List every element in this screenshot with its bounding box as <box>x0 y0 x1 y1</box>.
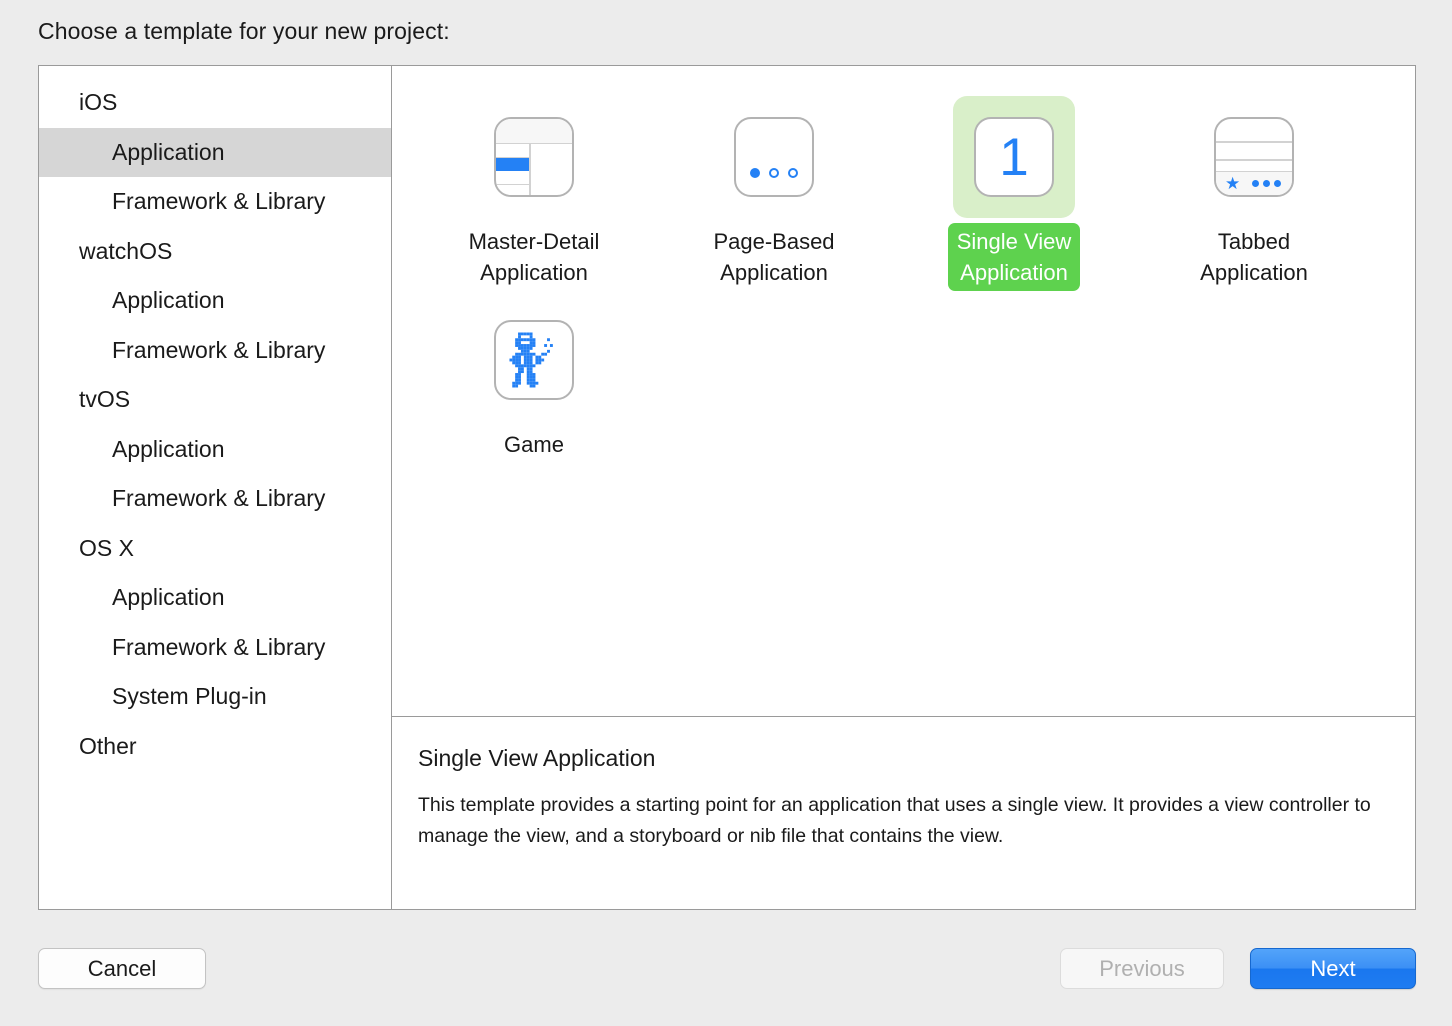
sidebar-item-label: Framework & Library <box>112 485 326 512</box>
template-description-panel: Single View Application This template pr… <box>392 717 1415 909</box>
sidebar-item-other[interactable]: Other <box>39 722 391 772</box>
tabbed-tab-bar: ★ <box>1216 171 1292 195</box>
game-robot-icon <box>494 320 574 400</box>
template-icon-container: 1 <box>953 96 1075 218</box>
sidebar-item-label: Application <box>112 435 225 462</box>
master-detail-divider <box>529 144 531 195</box>
template-icon-container <box>713 96 835 218</box>
single-view-number: 1 <box>999 127 1029 187</box>
sidebar-item-application[interactable]: Application <box>39 127 391 177</box>
sidebar-item-label: System Plug-in <box>112 683 267 710</box>
sidebar-item-tvos[interactable]: tvOS <box>39 375 391 425</box>
master-detail-row <box>496 171 529 185</box>
page-based-icon <box>734 117 814 197</box>
sidebar-item-os-x[interactable]: OS X <box>39 524 391 574</box>
template-item-label: Game <box>504 432 564 457</box>
sidebar-item-label: iOS <box>79 89 118 116</box>
template-item-single-view-application[interactable]: 1 Single View Application <box>894 88 1134 291</box>
template-grid-area: Master-Detail Application Page-Based Appl… <box>392 66 1415 717</box>
template-item-label: Tabbed Application <box>1200 229 1308 285</box>
page-dot <box>788 168 798 178</box>
sidebar-item-framework-library[interactable]: Framework & Library <box>39 623 391 673</box>
template-grid: Master-Detail Application Page-Based Appl… <box>392 88 1415 463</box>
page-title: Choose a template for your new project: <box>38 18 450 44</box>
sidebar-item-ios[interactable]: iOS <box>39 78 391 128</box>
template-item-label: Master-Detail Application <box>468 229 600 285</box>
template-item-master-detail-application[interactable]: Master-Detail Application <box>414 88 654 291</box>
more-dots-icon <box>1252 180 1282 187</box>
template-item-tabbed-application[interactable]: ★ Tabbed Application <box>1134 88 1374 291</box>
page-dot <box>769 168 779 178</box>
sidebar-item-system-plug-in[interactable]: System Plug-in <box>39 672 391 722</box>
new-project-template-dialog: Choose a template for your new project: … <box>0 0 1452 1026</box>
template-item-game[interactable]: Game <box>414 291 654 463</box>
sidebar-item-watchos[interactable]: watchOS <box>39 227 391 277</box>
tabbed-content-line <box>1216 159 1292 161</box>
cancel-button[interactable]: Cancel <box>38 948 206 989</box>
master-detail-header-bar <box>496 119 572 144</box>
next-button[interactable]: Next <box>1250 948 1416 989</box>
sidebar-item-label: Application <box>112 584 225 611</box>
single-view-icon: 1 <box>974 117 1054 197</box>
template-chooser-panel: iOS Application Framework & Library watchOS… <box>38 65 1416 910</box>
description-body: This template provides a starting point … <box>418 794 1371 847</box>
platform-sidebar[interactable]: iOS Application Framework & Library watchOS… <box>39 66 392 909</box>
sidebar-item-label: Framework & Library <box>112 336 326 363</box>
tabbed-content-line <box>1216 141 1292 143</box>
template-item-label: Single View Application <box>947 223 1081 291</box>
sidebar-item-label: Framework & Library <box>112 188 326 215</box>
sidebar-item-application[interactable]: Application <box>39 573 391 623</box>
master-detail-row-selected <box>496 157 529 171</box>
sidebar-item-label: OS X <box>79 534 134 561</box>
master-detail-icon <box>494 117 574 197</box>
description-title: Single View Application <box>418 745 656 771</box>
sidebar-item-framework-library[interactable]: Framework & Library <box>39 474 391 524</box>
sidebar-item-application[interactable]: Application <box>39 276 391 326</box>
sidebar-item-application[interactable]: Application <box>39 425 391 475</box>
template-item-label: Page-Based Application <box>713 229 835 285</box>
master-detail-row <box>496 185 529 196</box>
sidebar-item-label: watchOS <box>79 237 173 264</box>
previous-button[interactable]: Previous <box>1060 948 1224 989</box>
template-icon-container <box>473 299 595 421</box>
star-icon: ★ <box>1225 174 1241 193</box>
page-indicator-dots <box>736 168 812 178</box>
sidebar-item-label: Framework & Library <box>112 633 326 660</box>
template-icon-container: ★ <box>1193 96 1315 218</box>
template-icon-container <box>473 96 595 218</box>
page-dot-active <box>750 168 760 178</box>
sidebar-item-framework-library[interactable]: Framework & Library <box>39 177 391 227</box>
sidebar-item-label: Application <box>112 287 225 314</box>
master-detail-row <box>496 144 529 158</box>
template-content-area: Master-Detail Application Page-Based Appl… <box>392 66 1415 909</box>
tabbed-icon: ★ <box>1214 117 1294 197</box>
sidebar-item-label: Other <box>79 732 137 759</box>
sidebar-item-label: Application <box>112 138 225 165</box>
sidebar-item-label: tvOS <box>79 386 131 413</box>
template-item-page-based-application[interactable]: Page-Based Application <box>654 88 894 291</box>
sidebar-item-framework-library[interactable]: Framework & Library <box>39 326 391 376</box>
